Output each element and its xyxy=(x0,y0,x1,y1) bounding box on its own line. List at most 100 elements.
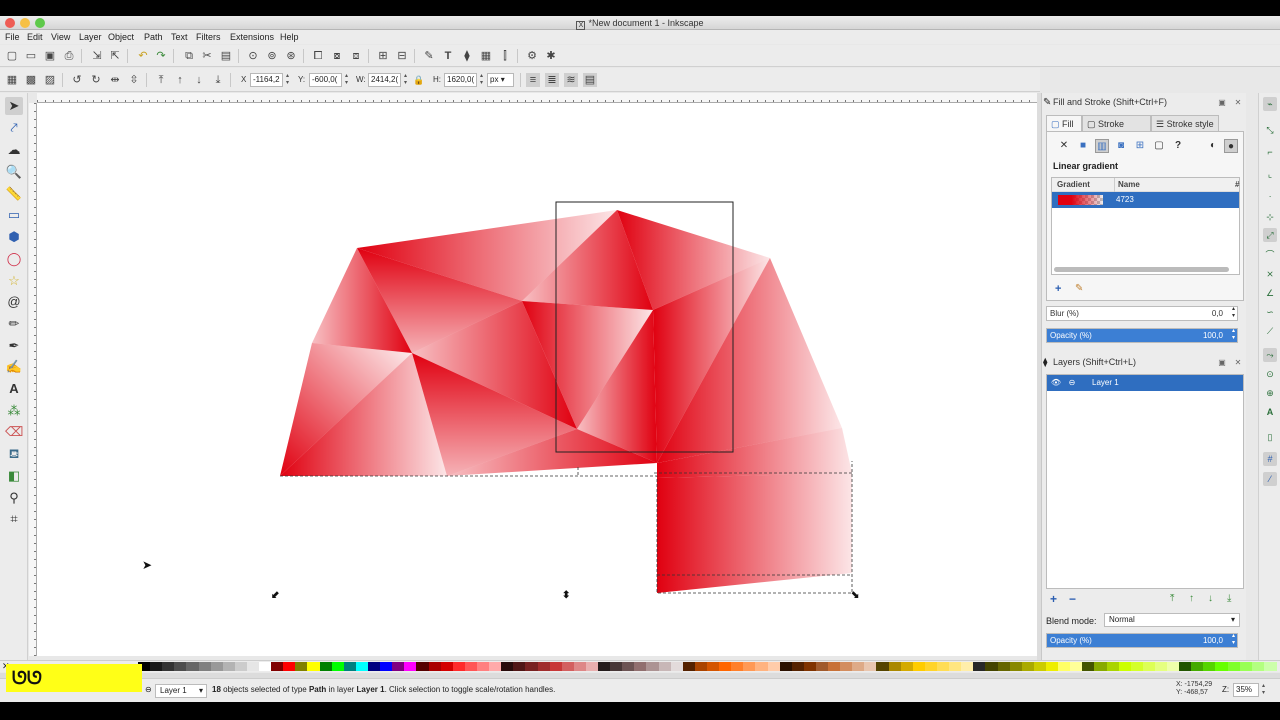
gradient-table-scrollbar[interactable] xyxy=(1054,267,1229,272)
zoom-spinner[interactable]: ▴ ▾ xyxy=(1260,683,1267,697)
layer-to-top-icon[interactable]: ⤒ xyxy=(1170,593,1174,604)
clone-icon[interactable]: ⧇ xyxy=(330,49,344,63)
palette-swatch[interactable] xyxy=(150,662,164,671)
palette-swatch[interactable] xyxy=(392,662,406,671)
palette-swatch[interactable] xyxy=(295,662,309,671)
palette-swatch[interactable] xyxy=(234,662,248,671)
palette-swatch[interactable] xyxy=(464,662,478,671)
remove-layer-icon[interactable]: − xyxy=(1069,592,1076,606)
x-field[interactable]: -1164,2 xyxy=(250,73,283,87)
palette-swatch[interactable] xyxy=(319,662,333,671)
palette-swatch[interactable] xyxy=(900,662,914,671)
palette-swatch[interactable] xyxy=(791,662,805,671)
palette-swatch[interactable] xyxy=(803,662,817,671)
open-icon[interactable]: ▭ xyxy=(24,49,38,63)
paste-icon[interactable]: ▤ xyxy=(219,49,233,63)
pen-icon[interactable]: ✒ xyxy=(5,337,23,355)
palette-swatch[interactable] xyxy=(355,662,369,671)
spray-icon[interactable]: ⁂ xyxy=(5,402,23,420)
palette-swatch[interactable] xyxy=(1227,662,1241,671)
rectangle-icon[interactable]: ▭ xyxy=(5,206,23,224)
palette-swatch[interactable] xyxy=(1263,662,1277,671)
group-icon[interactable]: ⊞ xyxy=(376,49,390,63)
palette-swatch[interactable] xyxy=(585,662,599,671)
palette-swatch[interactable] xyxy=(222,662,236,671)
scale-stroke-icon[interactable]: ≡ xyxy=(526,73,540,87)
close-window-button[interactable] xyxy=(5,18,15,28)
text-font-icon[interactable]: T xyxy=(441,49,455,63)
snap-line-midpoint-icon[interactable]: ⟋ xyxy=(1263,324,1277,338)
palette-swatch[interactable] xyxy=(1179,662,1193,671)
snap-bbox-corner-icon[interactable]: ⌞ xyxy=(1263,167,1277,181)
select-all-layers-icon[interactable]: ▩ xyxy=(24,73,38,87)
fill-rule-evenodd-icon[interactable]: ◐ xyxy=(1206,139,1220,153)
palette-swatch[interactable] xyxy=(416,662,430,671)
tab-stroke-paint[interactable]: ▢ Stroke paint xyxy=(1082,115,1151,145)
x-spinner[interactable]: ▴ ▾ xyxy=(284,73,291,87)
snap-object-center-icon[interactable]: ⊙ xyxy=(1263,367,1277,381)
undo-icon[interactable]: ↶ xyxy=(136,49,150,63)
palette-swatch[interactable] xyxy=(876,662,890,671)
snap-smooth-nodes-icon[interactable]: ∽ xyxy=(1263,305,1277,319)
layer-raise-icon[interactable]: ↑ xyxy=(1189,593,1194,604)
w-spinner[interactable]: ▴ ▾ xyxy=(402,73,409,87)
palette-swatch[interactable] xyxy=(452,662,466,671)
flat-color-icon[interactable]: ■ xyxy=(1076,139,1090,153)
palette-swatch[interactable] xyxy=(973,662,987,671)
palette-swatch[interactable] xyxy=(440,662,454,671)
palette-swatch[interactable] xyxy=(271,662,285,671)
tweak-icon[interactable]: ☁ xyxy=(5,141,23,159)
palette-swatch[interactable] xyxy=(573,662,587,671)
zoom-drawing-icon[interactable]: ⊚ xyxy=(265,49,279,63)
palette-swatch[interactable] xyxy=(985,662,999,671)
palette-swatch[interactable] xyxy=(343,662,357,671)
layers-close-icon[interactable]: ✕ xyxy=(1233,358,1243,368)
palette-swatch[interactable] xyxy=(1142,662,1156,671)
deselect-icon[interactable]: ▨ xyxy=(43,73,57,87)
xml-editor-icon[interactable]: ✎ xyxy=(422,49,436,63)
opacity-spinner[interactable]: ▴ ▾ xyxy=(1232,328,1235,342)
minimize-window-button[interactable] xyxy=(20,18,30,28)
palette-swatch[interactable] xyxy=(1106,662,1120,671)
fill-rule-nonzero-icon[interactable]: ● xyxy=(1224,139,1238,153)
layer-lower-icon[interactable]: ↓ xyxy=(1208,593,1213,604)
palette-swatch[interactable] xyxy=(174,662,188,671)
palette-swatch[interactable] xyxy=(634,662,648,671)
zoom-selection-icon[interactable]: ⊙ xyxy=(246,49,260,63)
zoom-window-button[interactable] xyxy=(35,18,45,28)
palette-swatch[interactable] xyxy=(937,662,951,671)
palette-swatch[interactable] xyxy=(840,662,854,671)
add-layer-icon[interactable]: + xyxy=(1050,592,1057,606)
layers-icon[interactable]: ⧫ xyxy=(460,49,474,63)
palette-swatch[interactable] xyxy=(501,662,515,671)
palette-swatch[interactable] xyxy=(682,662,696,671)
snap-bbox-center-icon[interactable]: ⊹ xyxy=(1263,210,1277,224)
h-field[interactable]: 1620,0( xyxy=(444,73,477,87)
close-icon[interactable]: ✕ xyxy=(1233,98,1243,108)
document-properties-icon[interactable]: ✱ xyxy=(544,49,558,63)
snap-cusp-nodes-icon[interactable]: ∠ xyxy=(1263,286,1277,300)
snap-text-baseline-icon[interactable]: A xyxy=(1263,405,1277,419)
node-icon[interactable]: ⤤ xyxy=(5,119,23,137)
opacity-slider[interactable]: Opacity (%) 100,0 ▴ ▾ xyxy=(1046,328,1238,343)
palette-swatch[interactable] xyxy=(307,662,321,671)
palette-swatch[interactable] xyxy=(1045,662,1059,671)
snap-grids-icon[interactable]: # xyxy=(1263,452,1277,466)
palette-swatch[interactable] xyxy=(1058,662,1072,671)
palette-swatch[interactable] xyxy=(331,662,345,671)
current-layer-select[interactable]: Layer 1 ▾ xyxy=(155,684,207,698)
menu-extensions[interactable]: Extensions xyxy=(230,31,274,43)
count-column-header[interactable]: # xyxy=(1235,178,1239,192)
export-icon[interactable]: ⇱ xyxy=(108,49,122,63)
palette-swatch[interactable] xyxy=(1191,662,1205,671)
palette-swatch[interactable] xyxy=(852,662,866,671)
palette-swatch[interactable] xyxy=(1033,662,1047,671)
bucket-icon[interactable]: ⛾ xyxy=(5,445,23,463)
flip-vertical-icon[interactable]: ⇳ xyxy=(127,73,141,87)
duplicate-icon[interactable]: ⧠ xyxy=(311,49,325,63)
palette-swatch[interactable] xyxy=(1082,662,1096,671)
palette-swatch[interactable] xyxy=(864,662,878,671)
zoom-page-icon[interactable]: ⊛ xyxy=(284,49,298,63)
menu-help[interactable]: Help xyxy=(280,31,299,43)
new-icon[interactable]: ▢ xyxy=(5,49,19,63)
